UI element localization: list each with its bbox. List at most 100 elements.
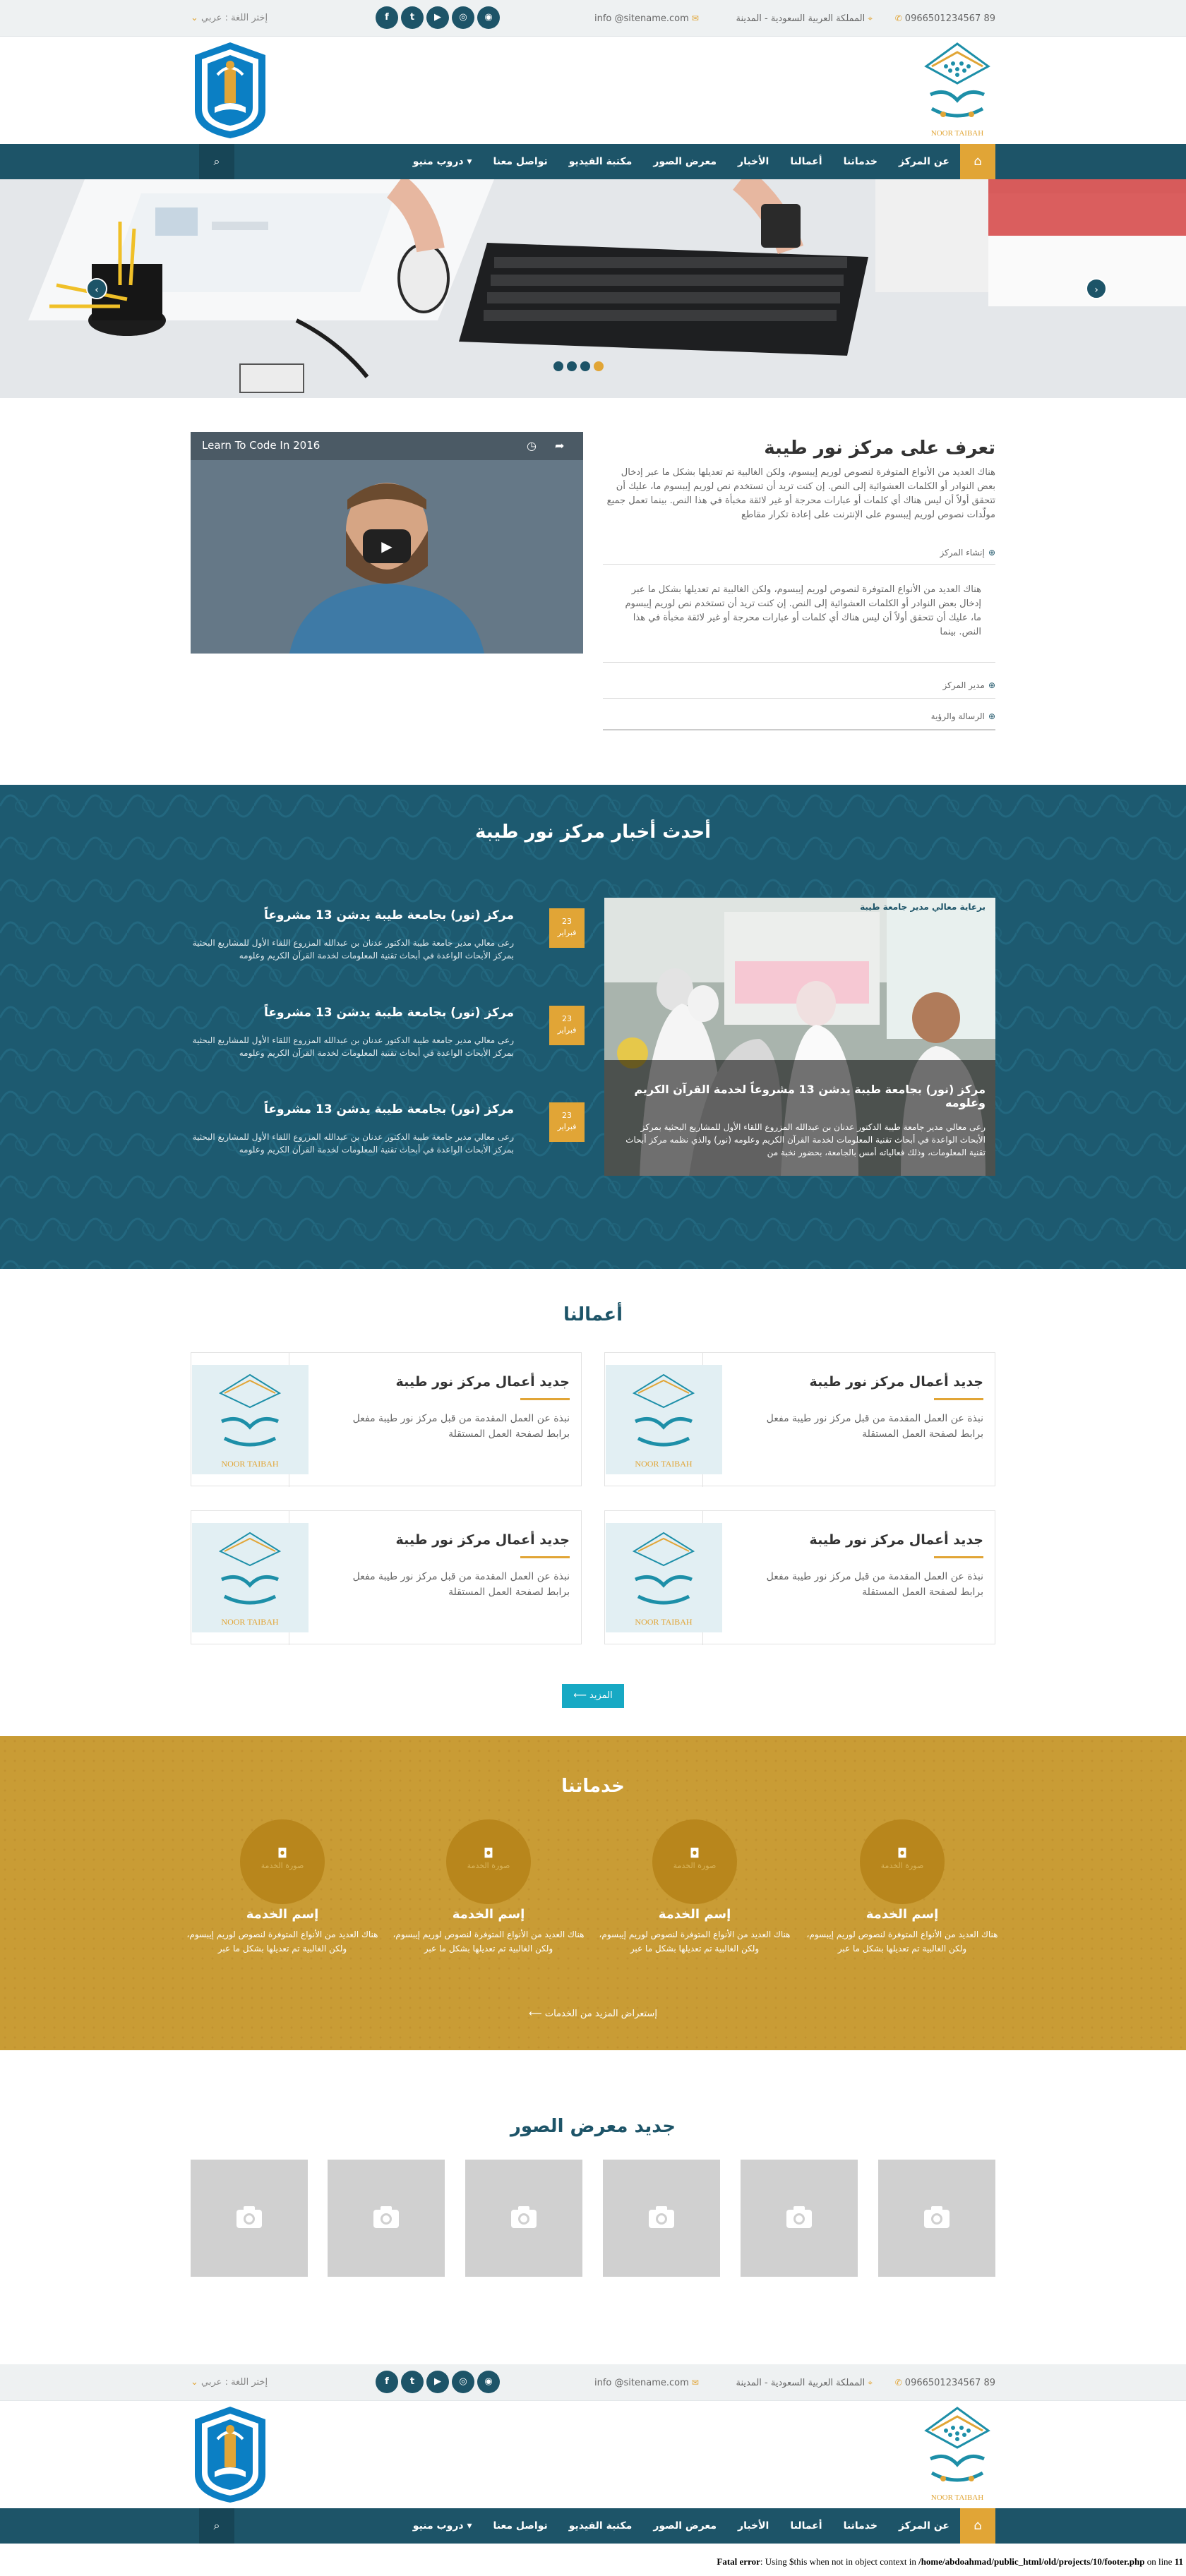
- service-image[interactable]: ◘ صورة الخدمة: [240, 1819, 325, 1904]
- rss-icon[interactable]: ◉: [477, 6, 500, 29]
- accordion-label[interactable]: مدير المركز: [942, 680, 984, 690]
- nav-item-videos[interactable]: مكتبة الفيديو: [558, 144, 643, 179]
- nav-item-gallery[interactable]: معرض الصور: [642, 144, 727, 179]
- watch-later-icon[interactable]: ◷: [527, 439, 537, 452]
- work-title[interactable]: جديد أعمال مركز نور طيبة: [718, 1532, 983, 1548]
- service-name[interactable]: إسم الخدمة: [798, 1907, 1007, 1922]
- work-thumbnail[interactable]: NOOR TAIBAH: [192, 1523, 309, 1632]
- news-item[interactable]: 23 فبراير مركز (نور) بجامعة طيبة يدشن 13 …: [191, 908, 586, 986]
- university-emblem[interactable]: [189, 2404, 271, 2505]
- news-item-title[interactable]: مركز (نور) بجامعة طيبة يدشن 13 مشروعاً: [191, 1006, 514, 1020]
- language-select[interactable]: ⌄ إختر اللغة : عربي: [191, 0, 268, 37]
- nav-item-videos[interactable]: مكتبة الفيديو: [558, 2508, 643, 2544]
- language-select[interactable]: ⌄ إختر اللغة : عربي: [191, 2364, 268, 2401]
- share-icon[interactable]: ➦: [555, 439, 564, 452]
- more-services-link[interactable]: ⟵ إستعراض المزيد من الخدمات: [0, 2009, 1186, 2019]
- slider-dot[interactable]: [580, 361, 590, 371]
- service-image[interactable]: ◘ صورة الخدمة: [446, 1819, 531, 1904]
- nav-item-works[interactable]: أعمالنا: [779, 2508, 832, 2544]
- service-card[interactable]: إسم الخدمة هناك العديد من الأنواع المتوف…: [590, 1907, 799, 1956]
- news-item-title[interactable]: مركز (نور) بجامعة طيبة يدشن 13 مشروعاً: [191, 1102, 514, 1117]
- slider-dot-active[interactable]: [594, 361, 604, 371]
- gallery-item[interactable]: [741, 2160, 858, 2277]
- service-name[interactable]: إسم الخدمة: [178, 1907, 387, 1922]
- work-card[interactable]: جديد أعمال مركز نور طيبة نبذة عن العمل ا…: [191, 1510, 582, 1645]
- dropdown-label[interactable]: دروب منيو: [413, 2520, 464, 2532]
- nav-item-contact[interactable]: تواصل معنا: [482, 144, 558, 179]
- nav-item-dropdown[interactable]: دروب منيو ▾: [402, 144, 483, 179]
- slider-next-arrow[interactable]: ›: [1086, 278, 1107, 299]
- university-emblem[interactable]: [189, 40, 271, 141]
- rss-icon[interactable]: ◉: [477, 2371, 500, 2393]
- nav-item-contact[interactable]: تواصل معنا: [482, 2508, 558, 2544]
- more-works-label[interactable]: المزيد: [589, 1690, 613, 1701]
- work-title[interactable]: جديد أعمال مركز نور طيبة: [304, 1532, 570, 1548]
- home-icon[interactable]: ⌂: [960, 2508, 995, 2544]
- work-thumbnail[interactable]: NOOR TAIBAH: [192, 1365, 309, 1474]
- dropdown-label[interactable]: دروب منيو: [413, 156, 464, 167]
- gallery-item[interactable]: [465, 2160, 582, 2277]
- service-card[interactable]: إسم الخدمة هناك العديد من الأنواع المتوف…: [178, 1907, 387, 1956]
- youtube-icon[interactable]: ▶: [426, 2371, 449, 2393]
- nav-item-dropdown[interactable]: دروب منيو ▾: [402, 2508, 483, 2544]
- play-button[interactable]: ▶: [363, 529, 411, 563]
- video-player[interactable]: Learn To Code In 2016 ◷ ➦ ▶: [191, 432, 583, 654]
- nav-item-news[interactable]: الأخبار: [727, 2508, 779, 2544]
- language-label[interactable]: إختر اللغة : عربي: [201, 2377, 268, 2388]
- instagram-icon[interactable]: ◎: [452, 2371, 474, 2393]
- gallery-item[interactable]: [328, 2160, 445, 2277]
- nav-item-news[interactable]: الأخبار: [727, 144, 779, 179]
- service-name[interactable]: إسم الخدمة: [590, 1907, 799, 1922]
- work-thumbnail[interactable]: NOOR TAIBAH: [606, 1365, 722, 1474]
- nav-item-works[interactable]: أعمالنا: [779, 144, 832, 179]
- youtube-icon[interactable]: ▶: [426, 6, 449, 29]
- facebook-icon[interactable]: f: [376, 6, 398, 29]
- twitter-icon[interactable]: t: [401, 2371, 424, 2393]
- email[interactable]: info @sitename.com ✉: [594, 0, 702, 37]
- accordion-item-3[interactable]: ⊕ الرسالة والرؤية: [603, 709, 995, 730]
- more-works-button[interactable]: ⟵ المزيد: [562, 1684, 624, 1708]
- service-image[interactable]: ◘ صورة الخدمة: [652, 1819, 737, 1904]
- search-icon[interactable]: ⌕: [199, 144, 234, 179]
- slider-prev-arrow[interactable]: ‹: [86, 278, 107, 299]
- news-item[interactable]: 23 فبراير مركز (نور) بجامعة طيبة يدشن 13 …: [191, 1102, 586, 1180]
- service-card[interactable]: إسم الخدمة هناك العديد من الأنواع المتوف…: [384, 1907, 593, 1956]
- featured-news-title[interactable]: مركز (نور) بجامعة طيبة يدشن 13 مشروعاً ل…: [614, 1083, 986, 1109]
- email-text[interactable]: info @sitename.com: [594, 2378, 689, 2388]
- service-image[interactable]: ◘ صورة الخدمة: [860, 1819, 945, 1904]
- service-name[interactable]: إسم الخدمة: [384, 1907, 593, 1922]
- gallery-item[interactable]: [603, 2160, 720, 2277]
- service-card[interactable]: إسم الخدمة هناك العديد من الأنواع المتوف…: [798, 1907, 1007, 1956]
- nav-item-about[interactable]: عن المركز: [888, 2508, 960, 2544]
- work-thumbnail[interactable]: NOOR TAIBAH: [606, 1523, 722, 1632]
- news-item-title[interactable]: مركز (نور) بجامعة طيبة يدشن 13 مشروعاً: [191, 908, 514, 922]
- nav-item-services[interactable]: خدماتنا: [833, 2508, 888, 2544]
- accordion-item-2[interactable]: ⊕ مدير المركز: [603, 678, 995, 699]
- work-title[interactable]: جديد أعمال مركز نور طيبة: [718, 1374, 983, 1390]
- noor-taibah-logo[interactable]: NOOR TAIBAH: [918, 38, 997, 141]
- work-title[interactable]: جديد أعمال مركز نور طيبة: [304, 1374, 570, 1390]
- gallery-item[interactable]: [878, 2160, 995, 2277]
- nav-item-services[interactable]: خدماتنا: [833, 144, 888, 179]
- featured-news-card[interactable]: برعاية معالي مدير جامعة طيبة مركز (نور) …: [604, 898, 995, 1176]
- email-text[interactable]: info @sitename.com: [594, 13, 689, 24]
- language-label[interactable]: إختر اللغة : عربي: [201, 13, 268, 23]
- accordion-label[interactable]: الرسالة والرؤية: [931, 711, 985, 721]
- slider-dot[interactable]: [553, 361, 563, 371]
- instagram-icon[interactable]: ◎: [452, 6, 474, 29]
- accordion-label[interactable]: إنشاء المركز: [940, 548, 984, 558]
- nav-item-gallery[interactable]: معرض الصور: [642, 2508, 727, 2544]
- home-icon[interactable]: ⌂: [960, 144, 995, 179]
- noor-taibah-logo[interactable]: NOOR TAIBAH: [918, 2402, 997, 2505]
- slider-dot[interactable]: [567, 361, 577, 371]
- work-card[interactable]: جديد أعمال مركز نور طيبة نبذة عن العمل ا…: [604, 1510, 995, 1645]
- nav-item-about[interactable]: عن المركز: [888, 144, 960, 179]
- video-title[interactable]: Learn To Code In 2016: [202, 439, 320, 452]
- facebook-icon[interactable]: f: [376, 2371, 398, 2393]
- email[interactable]: info @sitename.com ✉: [594, 2364, 702, 2401]
- accordion-item-1[interactable]: ⊕ إنشاء المركز: [603, 545, 995, 565]
- twitter-icon[interactable]: t: [401, 6, 424, 29]
- search-icon[interactable]: ⌕: [199, 2508, 234, 2544]
- work-card[interactable]: جديد أعمال مركز نور طيبة نبذة عن العمل ا…: [604, 1352, 995, 1487]
- news-item[interactable]: 23 فبراير مركز (نور) بجامعة طيبة يدشن 13 …: [191, 1006, 586, 1083]
